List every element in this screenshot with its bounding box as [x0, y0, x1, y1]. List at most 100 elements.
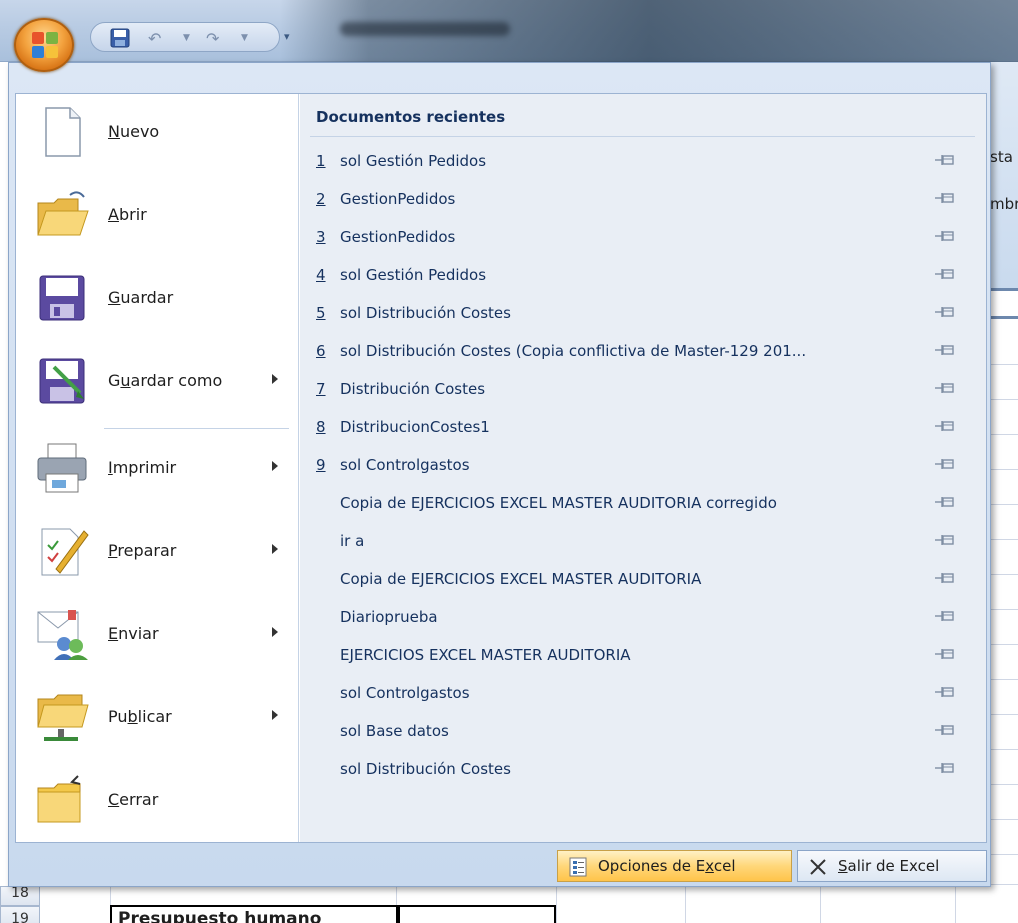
save-as-icon [39, 358, 85, 404]
new-document-icon [45, 107, 81, 157]
undo-icon[interactable]: ↶ [148, 29, 161, 48]
printer-icon [37, 443, 87, 493]
options-icon [569, 857, 587, 877]
row-header[interactable]: 18 [0, 886, 40, 906]
recent-document-name: sol Gestión Pedidos [340, 152, 487, 170]
recent-document-item[interactable]: sol Controlgastos [310, 674, 980, 712]
pin-icon[interactable] [934, 153, 956, 167]
recent-document-number: 8 [316, 418, 326, 436]
menu-item-nuevo[interactable]: Nuevo [26, 98, 294, 172]
recent-document-item[interactable]: 5 sol Distribución Costes [310, 294, 980, 332]
pin-icon[interactable] [934, 267, 956, 281]
recent-document-name: sol Gestión Pedidos [340, 266, 487, 284]
office-logo-icon [32, 32, 58, 58]
recent-document-number: 2 [316, 190, 326, 208]
recent-document-number: 9 [316, 456, 326, 474]
menu-item-preparar[interactable]: Preparar [26, 517, 294, 591]
recent-document-item[interactable]: 8 DistribucionCostes1 [310, 408, 980, 446]
recent-document-item[interactable]: EJERCICIOS EXCEL MASTER AUDITORIA [310, 636, 980, 674]
recent-document-item[interactable]: 1 sol Gestión Pedidos [310, 142, 980, 180]
excel-options-label: Opciones de Excel [598, 857, 736, 875]
recent-document-item[interactable]: ir a [310, 522, 980, 560]
pin-icon[interactable] [934, 191, 956, 205]
send-email-icon [37, 610, 88, 660]
menu-item-label: Enviar [108, 624, 159, 643]
recent-document-item[interactable]: 9 sol Controlgastos [310, 446, 980, 484]
prepare-document-icon [41, 528, 89, 576]
recent-document-item[interactable]: 4 sol Gestión Pedidos [310, 256, 980, 294]
menu-item-label: Guardar [108, 288, 174, 307]
pin-icon[interactable] [934, 419, 956, 433]
recent-document-item[interactable]: 7 Distribución Costes [310, 370, 980, 408]
menu-item-label: Publicar [108, 707, 172, 726]
recent-document-item[interactable]: Copia de EJERCICIOS EXCEL MASTER AUDITOR… [310, 484, 980, 522]
pin-icon[interactable] [934, 229, 956, 243]
pin-icon[interactable] [934, 495, 956, 509]
office-menu-footer: Opciones de Excel Salir de Excel [9, 846, 990, 886]
pin-icon[interactable] [934, 343, 956, 357]
publish-server-icon [37, 694, 89, 741]
pin-icon[interactable] [934, 609, 956, 623]
recent-document-name: EJERCICIOS EXCEL MASTER AUDITORIA [340, 646, 631, 664]
recent-document-name: Copia de EJERCICIOS EXCEL MASTER AUDITOR… [340, 494, 777, 512]
recent-document-number: 7 [316, 380, 326, 398]
recent-document-number: 3 [316, 228, 326, 246]
recent-documents-divider [310, 136, 975, 137]
recent-document-item[interactable]: Diarioprueba [310, 598, 980, 636]
pin-icon[interactable] [934, 305, 956, 319]
menu-item-label: Guardar como [108, 371, 223, 390]
office-menu: Nuevo Abrir Guardar Guardar como Imprimi… [8, 62, 991, 887]
pin-icon[interactable] [934, 685, 956, 699]
menu-item-publicar[interactable]: Publicar [26, 683, 294, 757]
menu-item-guardar[interactable]: Guardar [26, 264, 294, 338]
recent-document-name: ir a [340, 532, 365, 550]
excel-options-button[interactable]: Opciones de Excel [557, 850, 792, 882]
submenu-arrow-icon [272, 627, 278, 637]
pin-icon[interactable] [934, 647, 956, 661]
save-icon[interactable] [110, 28, 130, 48]
menu-item-imprimir[interactable]: Imprimir [26, 434, 294, 508]
pin-icon[interactable] [934, 761, 956, 775]
exit-excel-button[interactable]: Salir de Excel [797, 850, 987, 882]
recent-document-number: 5 [316, 304, 326, 322]
menu-item-label: Nuevo [108, 122, 160, 141]
recent-document-item[interactable]: Copia de EJERCICIOS EXCEL MASTER AUDITOR… [310, 560, 980, 598]
submenu-arrow-icon [272, 374, 278, 384]
pin-icon[interactable] [934, 381, 956, 395]
exit-excel-label: Salir de Excel [838, 857, 940, 875]
cell[interactable] [396, 905, 556, 923]
pin-icon[interactable] [934, 457, 956, 471]
recent-document-item[interactable]: 3 GestionPedidos [310, 218, 980, 256]
recent-document-name: sol Controlgastos [340, 456, 470, 474]
window-title-blurred [340, 22, 510, 36]
menu-item-guardar-como[interactable]: Guardar como [26, 347, 294, 421]
recent-document-name: sol Distribución Costes [340, 760, 511, 778]
pin-icon[interactable] [934, 533, 956, 547]
row-header[interactable]: 19 [0, 906, 40, 923]
recent-document-name: sol Distribución Costes (Copia conflicti… [340, 342, 807, 360]
redo-icon[interactable]: ↷ [206, 29, 219, 48]
recent-document-name: Diarioprueba [340, 608, 438, 626]
recent-document-number: 6 [316, 342, 326, 360]
pin-icon[interactable] [934, 571, 956, 585]
office-button[interactable] [14, 18, 74, 72]
recent-document-name: sol Distribución Costes [340, 304, 511, 322]
recent-documents-title: Documentos recientes [316, 108, 506, 126]
cell-text[interactable]: Presupuesto humano [110, 905, 400, 923]
menu-item-abrir[interactable]: Abrir [26, 181, 294, 255]
recent-document-name: GestionPedidos [340, 190, 456, 208]
menu-item-cerrar[interactable]: Cerrar [26, 766, 294, 840]
menu-item-label: Abrir [108, 205, 147, 224]
menu-item-enviar[interactable]: Enviar [26, 600, 294, 674]
customize-toolbar-icon[interactable]: ▾ [284, 30, 290, 43]
recent-document-item[interactable]: sol Base datos [310, 712, 980, 750]
undo-dropdown-icon[interactable]: ▼ [183, 33, 190, 43]
recent-document-item[interactable]: 6 sol Distribución Costes (Copia conflict… [310, 332, 980, 370]
pin-icon[interactable] [934, 723, 956, 737]
submenu-arrow-icon [272, 710, 278, 720]
recent-document-item[interactable]: sol Distribución Costes [310, 750, 980, 788]
recent-document-name: sol Base datos [340, 722, 449, 740]
save-disk-icon [39, 275, 85, 321]
recent-document-item[interactable]: 2 GestionPedidos [310, 180, 980, 218]
redo-dropdown-icon[interactable]: ▼ [241, 33, 248, 43]
